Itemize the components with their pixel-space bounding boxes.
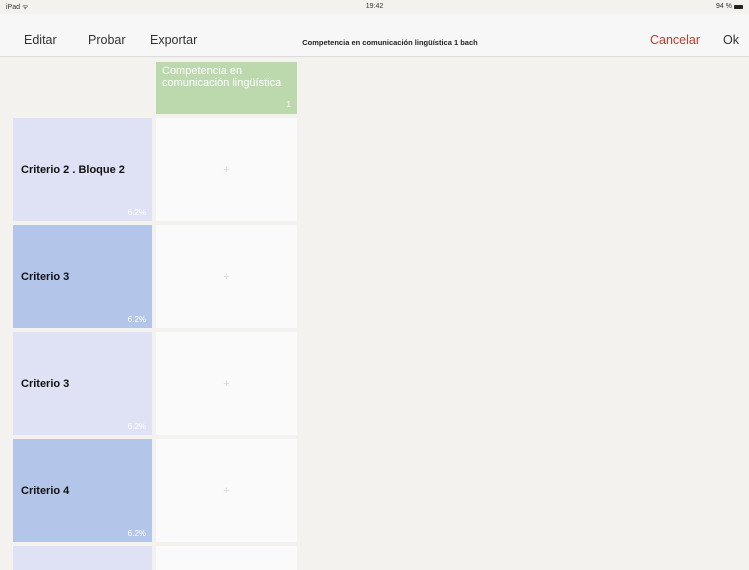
column-header-competency[interactable]: Competencia en comunicación lingüística …: [156, 62, 297, 114]
row-label-criterio[interactable]: Criterio 3 6.2%: [13, 332, 152, 435]
page-title: Competencia en comunicación lingüística …: [302, 38, 478, 47]
grid-cell[interactable]: +: [156, 225, 297, 328]
ok-button[interactable]: Ok: [723, 34, 739, 47]
row-label-text: Criterio 4: [21, 484, 70, 497]
row-label-text: Criterio 3: [21, 377, 70, 390]
row-weight: 6.2%: [127, 315, 146, 324]
plus-icon: +: [223, 484, 230, 497]
cancel-button[interactable]: Cancelar: [650, 34, 700, 47]
battery-status: 94 %: [716, 3, 743, 10]
grid-cell[interactable]: +: [156, 439, 297, 542]
row-label-criterio[interactable]: Criterio 3 6.2%: [13, 225, 152, 328]
status-bar: iPad ᯤ 19:42 94 %: [0, 0, 749, 14]
row-weight: 6.2%: [127, 529, 146, 538]
row-label-criterio[interactable]: Criterio 4 6.2%: [13, 439, 152, 542]
column-number: 1: [286, 100, 291, 109]
edit-button[interactable]: Editar: [24, 34, 57, 47]
row-label-text: Criterio 2 . Bloque 2: [21, 163, 125, 176]
export-button[interactable]: Exportar: [150, 34, 197, 47]
battery-percent: 94 %: [716, 3, 732, 10]
row-label-text: Criterio 3: [21, 270, 70, 283]
battery-icon: [734, 4, 743, 9]
plus-icon: +: [223, 270, 230, 283]
grid-cell-partial[interactable]: [156, 546, 297, 570]
row-weight: 6.2%: [127, 422, 146, 431]
row-weight: 6.2%: [127, 208, 146, 217]
plus-icon: +: [223, 163, 230, 176]
test-button[interactable]: Probar: [88, 34, 126, 47]
plus-icon: +: [223, 377, 230, 390]
grid-cell[interactable]: +: [156, 332, 297, 435]
grid-cell[interactable]: +: [156, 118, 297, 221]
clock: 19:42: [365, 3, 384, 10]
row-label-partial[interactable]: [13, 546, 152, 570]
navigation-bar: Editar Probar Exportar Competencia en co…: [0, 14, 749, 57]
column-header-label: Competencia en comunicación lingüística: [162, 65, 282, 89]
row-label-criterio[interactable]: Criterio 2 . Bloque 2 6.2%: [13, 118, 152, 221]
